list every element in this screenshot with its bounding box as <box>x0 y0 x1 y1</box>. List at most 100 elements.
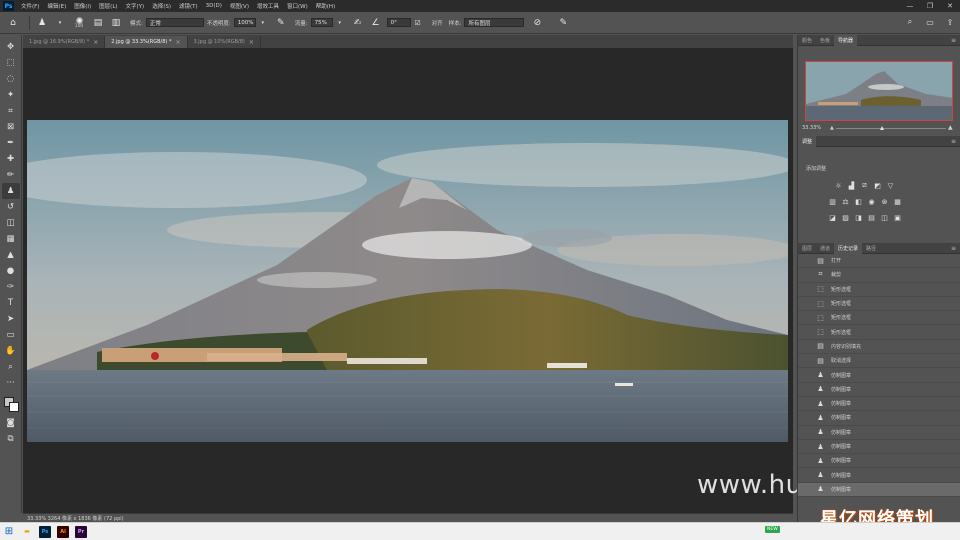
chevron-down-icon[interactable]: ▾ <box>256 16 270 30</box>
panel-menu-icon[interactable]: ≡ <box>951 245 956 252</box>
type-tool-icon[interactable]: T <box>2 295 20 311</box>
brightness-icon[interactable]: ☼ <box>834 181 843 190</box>
history-item[interactable]: ▤ 取消选择 <box>798 354 960 369</box>
selective-color-icon[interactable]: ◫ <box>880 213 889 222</box>
airbrush-icon[interactable]: ✍ <box>351 16 365 30</box>
color-swatches[interactable] <box>2 395 20 415</box>
navigator-thumbnail[interactable] <box>805 61 953 121</box>
history-item[interactable]: ⬚ 矩形选框 <box>798 297 960 312</box>
menu-layer[interactable]: 图层(L) <box>95 2 121 10</box>
quick-mask-icon[interactable]: ◙ <box>2 415 20 431</box>
photoshop-taskbar-icon[interactable]: Ps <box>39 525 51 538</box>
curves-icon[interactable]: ⧄ <box>860 181 869 190</box>
history-item[interactable]: ♟ 仿制图章 <box>798 383 960 397</box>
history-item[interactable]: ▤ 打开 <box>798 254 960 269</box>
pressure-opacity-icon[interactable]: ✎ <box>274 16 288 30</box>
history-item[interactable]: ⬚ 矩形选框 <box>798 311 960 326</box>
pen-tool-icon[interactable]: ✑ <box>2 279 20 295</box>
tab-doc-1[interactable]: 1.jpg @ 16.9%(RGB/8) * × <box>23 36 106 48</box>
invert-icon[interactable]: ◪ <box>828 213 837 222</box>
close-icon[interactable]: × <box>249 39 254 46</box>
history-item[interactable]: ▤ 内容识别填充 <box>798 340 960 355</box>
menu-file[interactable]: 文件(F) <box>17 2 43 10</box>
menu-select[interactable]: 选择(S) <box>148 2 175 10</box>
color-balance-icon[interactable]: ⚖ <box>841 197 850 206</box>
black-white-icon[interactable]: ◧ <box>854 197 863 206</box>
flow-field[interactable]: 75% <box>310 18 333 27</box>
history-item[interactable]: ♟ 仿制图章 <box>798 482 960 498</box>
dodge-tool-icon[interactable]: ● <box>2 263 20 279</box>
menu-plugins[interactable]: 增效工具 <box>253 2 283 10</box>
tab-channels[interactable]: 通道 <box>816 243 834 254</box>
sample-select[interactable]: 所有图层 <box>464 18 525 27</box>
mode-select[interactable]: 正常 <box>145 18 204 27</box>
clone-stamp-tool-icon[interactable]: ♟ <box>35 16 49 30</box>
maximize-button[interactable]: ❐ <box>920 0 940 12</box>
move-tool-icon[interactable]: ✥ <box>2 39 20 55</box>
tab-adjustments[interactable]: 调整 <box>798 135 817 147</box>
gradient-map-icon[interactable]: ▤ <box>867 213 876 222</box>
tab-doc-2[interactable]: 2.jpg @ 33.3%(RGB/8) * × <box>105 36 188 48</box>
more-tools-icon[interactable]: ··· <box>2 375 20 391</box>
crop-tool-icon[interactable]: ⌗ <box>2 103 20 119</box>
zoom-in-icon[interactable]: ▲ <box>948 124 953 131</box>
checkbox-checked-icon[interactable]: ☑ <box>411 16 425 30</box>
folder-icon[interactable]: ▬ <box>21 526 33 538</box>
clone-stamp-tool-icon[interactable]: ♟ <box>1 183 20 199</box>
illustrator-taskbar-icon[interactable]: Ai <box>57 525 69 538</box>
chevron-down-icon[interactable]: ▾ <box>333 16 347 30</box>
history-item[interactable]: ♟ 仿制图章 <box>798 468 960 483</box>
close-icon[interactable]: × <box>175 39 180 46</box>
vibrance-icon[interactable]: ▽ <box>886 181 895 190</box>
zoom-out-icon[interactable]: ▲ <box>830 125 834 131</box>
tab-color[interactable]: 颜色 <box>798 35 816 46</box>
history-item[interactable]: ⬚ 矩形选框 <box>798 283 960 297</box>
shadows-highlights-icon[interactable]: ▣ <box>893 213 902 222</box>
close-icon[interactable]: × <box>93 39 98 46</box>
panel-menu-icon[interactable]: ≡ <box>951 138 956 145</box>
history-item[interactable]: ♟ 仿制图章 <box>798 368 960 383</box>
menu-3d[interactable]: 3D(D) <box>202 3 226 9</box>
magic-wand-tool-icon[interactable]: ✦ <box>2 87 20 103</box>
tab-paths[interactable]: 路径 <box>862 243 880 254</box>
history-item[interactable]: ♟ 仿制图章 <box>798 440 960 455</box>
photo-filter-icon[interactable]: ◉ <box>867 197 876 206</box>
background-color[interactable] <box>8 402 19 412</box>
tab-swatches[interactable]: 色板 <box>816 35 834 46</box>
home-icon[interactable]: ⌂ <box>6 16 20 30</box>
history-item[interactable]: ♟ 仿制图章 <box>798 397 960 412</box>
brush-settings-icon[interactable]: ▤ <box>91 16 105 30</box>
levels-icon[interactable]: ▟ <box>847 181 856 190</box>
history-item[interactable]: ⌗ 裁剪 <box>798 268 960 283</box>
ignore-adjustment-icon[interactable]: ⊘ <box>530 16 544 30</box>
workspace-icon[interactable]: ▭ <box>924 16 936 28</box>
zoom-slider[interactable] <box>836 126 946 130</box>
exposure-icon[interactable]: ◩ <box>873 181 882 190</box>
posterize-icon[interactable]: ▨ <box>841 213 850 222</box>
search-icon[interactable]: ⌕ <box>904 16 916 28</box>
photoshop-logo[interactable]: Ps <box>3 1 14 11</box>
marquee-tool-icon[interactable]: ⬚ <box>2 55 20 71</box>
menu-image[interactable]: 图像(I) <box>70 2 95 10</box>
frame-tool-icon[interactable]: ⊠ <box>2 119 20 135</box>
threshold-icon[interactable]: ◨ <box>854 213 863 222</box>
menu-help[interactable]: 帮助(H) <box>312 2 339 10</box>
history-item[interactable]: ♟ 仿制图章 <box>798 411 960 426</box>
tab-navigator[interactable]: 导航器 <box>834 34 858 46</box>
eraser-tool-icon[interactable]: ◫ <box>2 215 20 231</box>
menu-view[interactable]: 视图(V) <box>226 2 253 10</box>
color-lookup-icon[interactable]: ▦ <box>893 197 902 206</box>
eyedropper-tool-icon[interactable]: ✒ <box>2 135 20 151</box>
angle-field[interactable]: 0° <box>386 18 411 27</box>
channel-mixer-icon[interactable]: ⊛ <box>880 197 889 206</box>
history-brush-tool-icon[interactable]: ↺ <box>2 199 20 215</box>
tab-history[interactable]: 历史记录 <box>834 242 863 254</box>
lasso-tool-icon[interactable]: ◌ <box>2 71 20 87</box>
zoom-slider-handle[interactable] <box>880 126 884 130</box>
blur-tool-icon[interactable]: ▲ <box>2 247 20 263</box>
rectangle-tool-icon[interactable]: ▭ <box>2 327 20 343</box>
hand-tool-icon[interactable]: ✋ <box>2 343 20 359</box>
panel-menu-icon[interactable]: ≡ <box>951 37 956 44</box>
windows-start-icon[interactable]: ⊞ <box>3 526 15 538</box>
share-icon[interactable]: ⇪ <box>944 16 956 28</box>
